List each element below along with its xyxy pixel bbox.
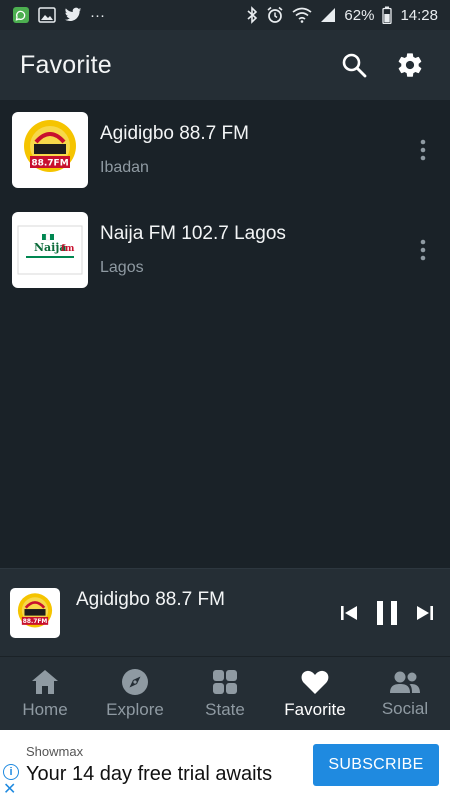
bluetooth-icon — [246, 6, 258, 24]
svg-text:88.7FM: 88.7FM — [31, 159, 68, 169]
ad-brand: Showmax — [26, 744, 84, 759]
station-name: Naija FM 102.7 Lagos — [100, 223, 286, 244]
search-button[interactable] — [334, 45, 374, 85]
subscribe-button[interactable]: SUBSCRIBE — [313, 744, 439, 786]
station-location: Ibadan — [100, 159, 149, 176]
nav-explore[interactable]: Explore — [90, 657, 180, 730]
page-title: Favorite — [20, 50, 112, 79]
nav-favorite-label: Favorite — [284, 699, 346, 719]
battery-level: 62% — [344, 6, 375, 24]
app-bar: Favorite — [0, 30, 450, 100]
image-icon — [38, 7, 56, 23]
heart-icon — [301, 670, 329, 694]
pause-button[interactable] — [374, 599, 400, 627]
bottom-navigation: Home Explore State Favorite Social — [0, 656, 450, 730]
skip-previous-icon — [341, 605, 357, 620]
next-button[interactable] — [414, 602, 436, 624]
now-playing-title: Agidigbo 88.7 FM — [76, 589, 225, 610]
list-item[interactable]: 88.7FM Agidigbo 88.7 FM Ibadan — [0, 100, 450, 200]
station-location: Lagos — [100, 259, 144, 276]
favorites-list: 88.7FM Agidigbo 88.7 FM Ibadan Naija fm … — [0, 100, 450, 300]
nav-favorite[interactable]: Favorite — [270, 657, 360, 730]
people-icon — [390, 671, 420, 693]
nav-home-label: Home — [22, 699, 68, 719]
skip-next-icon — [417, 605, 433, 620]
svg-text:fm: fm — [61, 244, 75, 254]
list-item[interactable]: Naija fm Naija FM 102.7 Lagos Lagos — [0, 200, 450, 300]
nav-social[interactable]: Social — [360, 657, 450, 730]
battery-icon — [382, 6, 393, 24]
nav-state-label: State — [205, 699, 245, 719]
settings-icon — [398, 53, 422, 77]
home-icon — [32, 669, 58, 694]
previous-button[interactable] — [338, 602, 360, 624]
more-vert-icon — [420, 239, 426, 261]
status-bar: ··· 62% 14:28 — [0, 0, 450, 30]
signal-icon — [320, 7, 336, 23]
compass-icon — [122, 668, 148, 695]
grid-icon — [213, 669, 237, 694]
pause-icon — [377, 600, 397, 625]
search-icon — [342, 53, 367, 78]
more-vert-icon — [420, 139, 426, 161]
now-playing-bar[interactable]: 88.7FM Agidigbo 88.7 FM — [0, 568, 450, 656]
alarm-icon — [266, 6, 284, 24]
settings-button[interactable] — [390, 45, 430, 85]
wifi-icon — [292, 7, 312, 23]
nav-explore-label: Explore — [106, 699, 164, 719]
ad-info-icon[interactable]: i — [3, 764, 19, 780]
twitter-icon — [64, 7, 82, 23]
ad-banner[interactable]: i ✕ Showmax Your 14 day free trial await… — [0, 730, 450, 800]
clock: 14:28 — [400, 6, 438, 24]
now-playing-logo: 88.7FM — [10, 587, 60, 638]
nav-social-label: Social — [381, 698, 429, 718]
more-options-button[interactable] — [408, 130, 438, 170]
naijafm-logo: Naija fm — [12, 212, 88, 288]
ad-headline: Your 14 day free trial awaits — [26, 763, 273, 785]
nav-state[interactable]: State — [180, 657, 270, 730]
more-notifications-indicator: ··· — [90, 6, 105, 24]
more-options-button[interactable] — [408, 230, 438, 270]
whatsapp-icon — [12, 6, 30, 24]
nav-home[interactable]: Home — [0, 657, 90, 730]
agidigbo-logo: 88.7FM — [12, 112, 88, 188]
station-name: Agidigbo 88.7 FM — [100, 123, 249, 144]
ad-close-icon[interactable]: ✕ — [3, 782, 16, 798]
svg-text:88.7FM: 88.7FM — [23, 619, 48, 625]
